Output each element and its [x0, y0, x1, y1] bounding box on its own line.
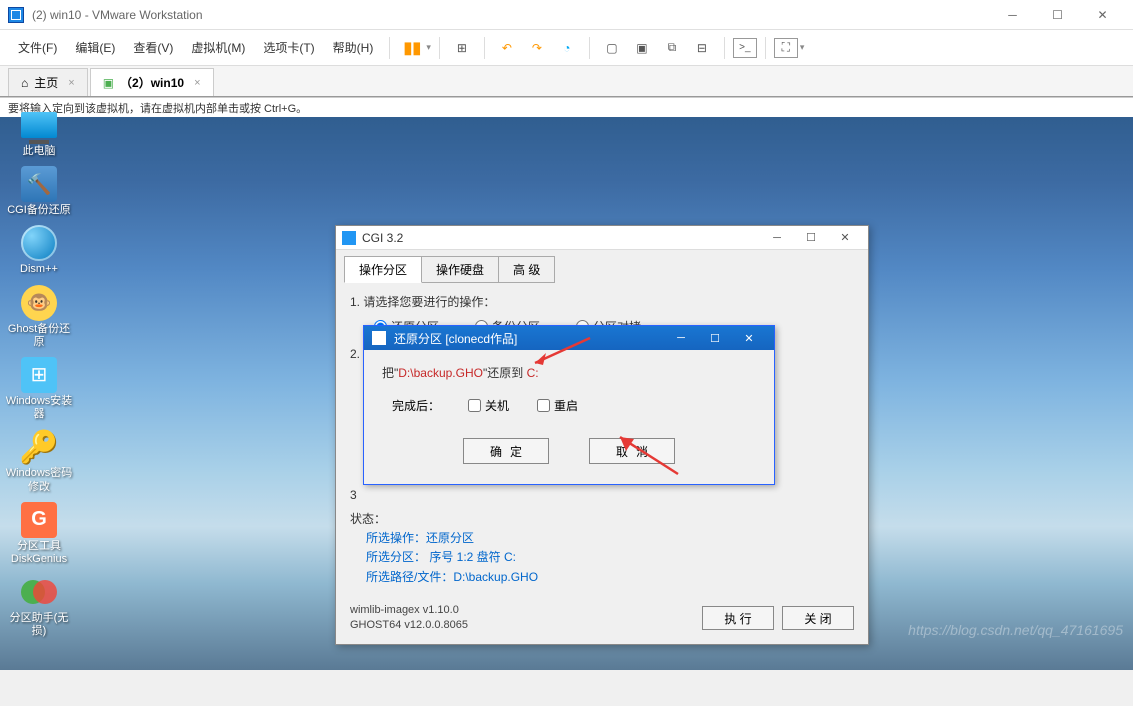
minimize-button[interactable]: ─: [664, 327, 698, 349]
desktop-icon-diskgenius[interactable]: G分区工具 DiskGenius: [4, 502, 74, 566]
restore-message: 把"D:\backup.GHO"还原到 C:: [382, 364, 756, 381]
maximize-button[interactable]: ☐: [698, 327, 732, 349]
status-label: 状态：: [350, 510, 854, 529]
console-icon[interactable]: >_: [733, 38, 757, 58]
close-button[interactable]: ✕: [1080, 0, 1125, 30]
tab-disk[interactable]: 操作硬盘: [421, 256, 499, 283]
desktop-icon-wininst[interactable]: ⊞Windows安装器: [4, 357, 74, 421]
view-unity-icon[interactable]: ⧉: [658, 34, 686, 62]
tab-home-label: 主页: [34, 74, 58, 91]
desktop-icons: 此电脑 🔨CGI备份还原 Dism++ 🐵Ghost备份还原 ⊞Windows安…: [4, 107, 74, 638]
snapshot-icon[interactable]: ⊞: [448, 34, 476, 62]
menu-tabs[interactable]: 选项卡(T): [255, 35, 322, 60]
restore-dialog: 还原分区 [clonecd作品] ─ ☐ ✕ 把"D:\backup.GHO"还…: [363, 325, 775, 485]
minimize-button[interactable]: ─: [990, 0, 1035, 30]
app-icon: [342, 231, 356, 245]
checkbox-shutdown[interactable]: 关机: [468, 397, 509, 414]
clock-manage-icon[interactable]: ◔: [553, 34, 581, 62]
status-part: 所选分区： 序号 1:2 盘符 C:: [366, 548, 854, 567]
close-icon[interactable]: ×: [194, 77, 200, 89]
after-label: 完成后：: [392, 397, 440, 414]
desktop-icon-ghost[interactable]: 🐵Ghost备份还原: [4, 285, 74, 349]
version-info: wimlib-imagex v1.10.0 GHOST64 v12.0.0.80…: [350, 603, 694, 634]
close-button[interactable]: 关 闭: [782, 606, 854, 630]
view-thumb-icon[interactable]: ⊟: [688, 34, 716, 62]
vm-desktop[interactable]: ↖ 此电脑 🔨CGI备份还原 Dism++ 🐵Ghost备份还原 ⊞Window…: [0, 96, 1133, 670]
menu-view[interactable]: 查看(V): [125, 35, 181, 60]
fullscreen-icon[interactable]: ⛶: [774, 38, 798, 58]
desktop-icon-cgi[interactable]: 🔨CGI备份还原: [4, 166, 74, 217]
tab-advanced[interactable]: 高 级: [498, 256, 555, 283]
vmware-logo-icon: [8, 7, 24, 23]
menu-file[interactable]: 文件(F): [10, 35, 65, 60]
clock-back-icon[interactable]: ↶: [493, 34, 521, 62]
menu-help[interactable]: 帮助(H): [325, 35, 382, 60]
tab-vm[interactable]: ▣ （2）win10 ×: [90, 68, 214, 96]
restore-title: 还原分区 [clonecd作品]: [394, 330, 664, 347]
watermark: https://blog.csdn.net/qq_47161695: [908, 622, 1123, 638]
close-button[interactable]: ✕: [828, 227, 862, 249]
close-icon[interactable]: ×: [68, 77, 74, 89]
desktop-icon-partassist[interactable]: 分区助手(无损): [4, 574, 74, 638]
execute-button[interactable]: 执 行: [702, 606, 774, 630]
view-split-icon[interactable]: ▣: [628, 34, 656, 62]
vmware-menubar: 文件(F) 编辑(E) 查看(V) 虚拟机(M) 选项卡(T) 帮助(H) ▮▮…: [0, 30, 1133, 66]
menu-vm[interactable]: 虚拟机(M): [183, 35, 253, 60]
vmware-statusbar: 要将输入定向到该虚拟机，请在虚拟机内部单击或按 Ctrl+G。: [0, 97, 1133, 117]
vmware-titlebar: (2) win10 - VMware Workstation ─ ☐ ✕: [0, 0, 1133, 30]
view-single-icon[interactable]: ▢: [598, 34, 626, 62]
pause-icon[interactable]: ▮▮: [398, 34, 426, 62]
restore-titlebar[interactable]: 还原分区 [clonecd作品] ─ ☐ ✕: [364, 326, 774, 350]
status-path: 所选路径/文件：D:\backup.GHO: [366, 568, 854, 587]
close-button[interactable]: ✕: [732, 327, 766, 349]
desktop-icon-winpass[interactable]: 🔑Windows密码修改: [4, 429, 74, 493]
step3-prefix: 3: [350, 488, 357, 502]
desktop-icon-pc[interactable]: 此电脑: [4, 107, 74, 158]
vmware-tabs: ⌂ 主页 × ▣ （2）win10 ×: [0, 66, 1133, 96]
ok-button[interactable]: 确定: [463, 438, 549, 464]
maximize-button[interactable]: ☐: [794, 227, 828, 249]
maximize-button[interactable]: ☐: [1035, 0, 1080, 30]
vm-icon: ▣: [103, 76, 114, 90]
tab-vm-label: （2）win10: [120, 74, 184, 91]
home-icon: ⌂: [21, 76, 28, 90]
cgi-title: CGI 3.2: [362, 231, 760, 245]
window-title: (2) win10 - VMware Workstation: [32, 8, 990, 22]
tab-partition[interactable]: 操作分区: [344, 256, 422, 283]
cgi-tabs: 操作分区 操作硬盘 高 级: [336, 250, 868, 283]
desktop-icon-dism[interactable]: Dism++: [4, 225, 74, 276]
menu-edit[interactable]: 编辑(E): [67, 35, 123, 60]
cgi-titlebar[interactable]: CGI 3.2 ─ ☐ ✕: [336, 226, 868, 250]
step1-label: 1. 请选择您要进行的操作：: [350, 293, 854, 310]
minimize-button[interactable]: ─: [760, 227, 794, 249]
status-op: 所选操作：还原分区: [366, 529, 854, 548]
checkbox-reboot[interactable]: 重启: [537, 397, 578, 414]
tab-home[interactable]: ⌂ 主页 ×: [8, 68, 88, 96]
app-icon: [372, 331, 386, 345]
clock-fwd-icon[interactable]: ↷: [523, 34, 551, 62]
cancel-button[interactable]: 取消: [589, 438, 675, 464]
